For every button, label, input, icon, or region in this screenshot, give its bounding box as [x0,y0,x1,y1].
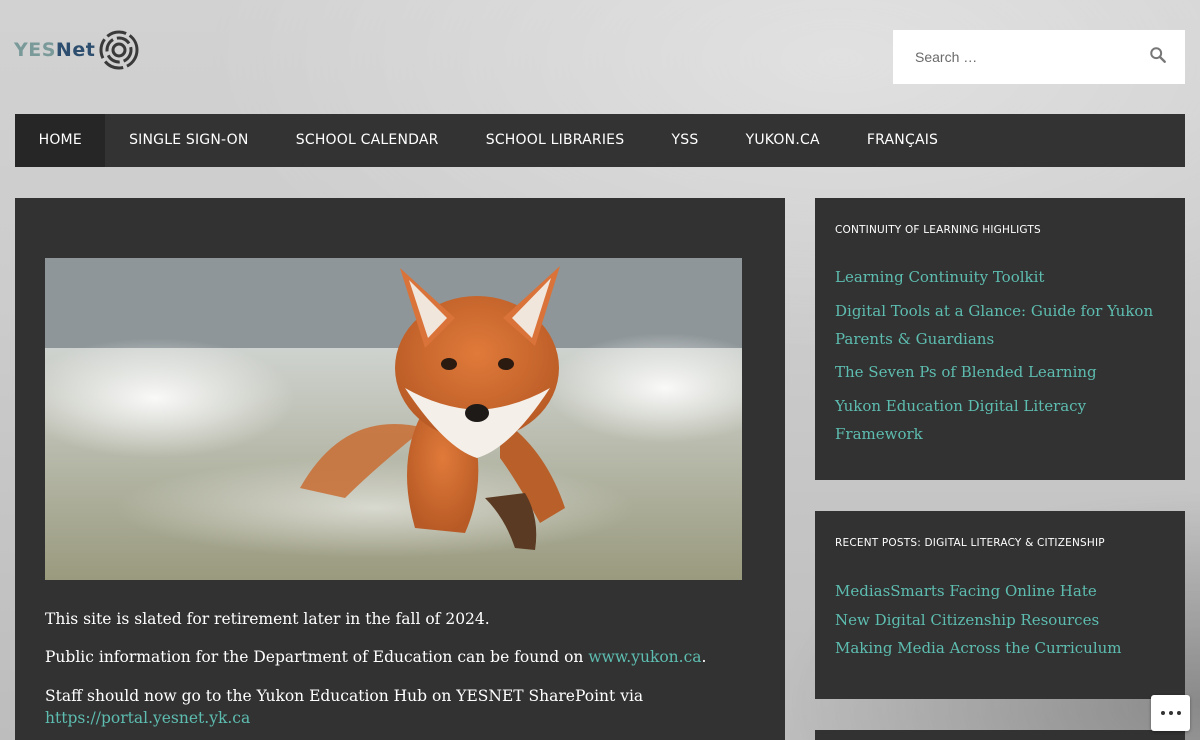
nav-item-school-libraries[interactable]: SCHOOL LIBRARIES [462,114,648,167]
nav-item-yukon-ca[interactable]: YUKON.CA [722,114,843,167]
logo-text: YESNet [14,39,95,61]
hero-image-fox [45,258,742,580]
main-content: This site is slated for retirement later… [15,198,785,740]
logo-text-net: Net [55,39,96,61]
more-options-button[interactable] [1151,695,1190,731]
link-digital-tools-guide[interactable]: Digital Tools at a Glance: Guide for Yuk… [835,298,1165,354]
ellipsis-icon-dot [1168,711,1173,715]
staff-paragraph: Staff should now go to the Yukon Educati… [45,685,745,730]
search-box [893,30,1185,84]
link-making-media[interactable]: Making Media Across the Curriculum [835,634,1165,663]
search-input[interactable] [915,42,1155,72]
public-info-text: Public information for the Department of… [45,648,589,667]
widget-title: CONTINUITY OF LEARNING HIGHLIGTS [835,224,1041,236]
search-icon[interactable] [1149,46,1167,64]
fox-illustration [45,258,742,580]
ellipsis-icon-dot [1176,711,1181,715]
retirement-notice: This site is slated for retirement later… [45,610,490,628]
nav-item-school-calendar[interactable]: SCHOOL CALENDAR [272,114,462,167]
link-mediasmarts-online-hate[interactable]: MediasSmarts Facing Online Hate [835,577,1165,606]
ellipsis-icon [1160,711,1165,715]
widget-title: RECENT POSTS: DIGITAL LITERACY & CITIZEN… [835,537,1105,549]
portal-link[interactable]: https://portal.yesnet.yk.ca [45,709,250,727]
post-body: This site is slated for retirement later… [45,608,745,740]
widget-partial [815,730,1185,740]
nav-item-home[interactable]: HOME [15,114,106,167]
nav-item-francais[interactable]: FRANÇAIS [843,114,961,167]
site-logo[interactable]: YESNet [14,30,139,70]
link-digital-literacy-framework[interactable]: Yukon Education Digital Literacy Framewo… [835,393,1165,449]
target-logo-icon [99,30,139,70]
widget-recent-posts: RECENT POSTS: DIGITAL LITERACY & CITIZEN… [815,511,1185,699]
yukon-ca-link[interactable]: www.yukon.ca [588,648,701,666]
link-digital-citizenship-resources[interactable]: New Digital Citizenship Resources [835,606,1165,635]
nav-item-yss[interactable]: YSS [648,114,722,167]
public-info-paragraph: Public information for the Department of… [45,646,745,668]
public-info-period: . [701,648,707,667]
nav-item-single-sign-on[interactable]: SINGLE SIGN-ON [105,114,272,167]
logo-text-yes: YES [14,39,56,61]
widget-continuity-of-learning: CONTINUITY OF LEARNING HIGHLIGTS Learnin… [815,198,1185,480]
link-learning-continuity-toolkit[interactable]: Learning Continuity Toolkit [835,264,1165,292]
link-seven-ps-blended-learning[interactable]: The Seven Ps of Blended Learning [835,359,1165,387]
staff-text: Staff should now go to the Yukon Educati… [45,686,644,705]
main-navigation: HOME SINGLE SIGN-ON SCHOOL CALENDAR SCHO… [15,114,1185,167]
